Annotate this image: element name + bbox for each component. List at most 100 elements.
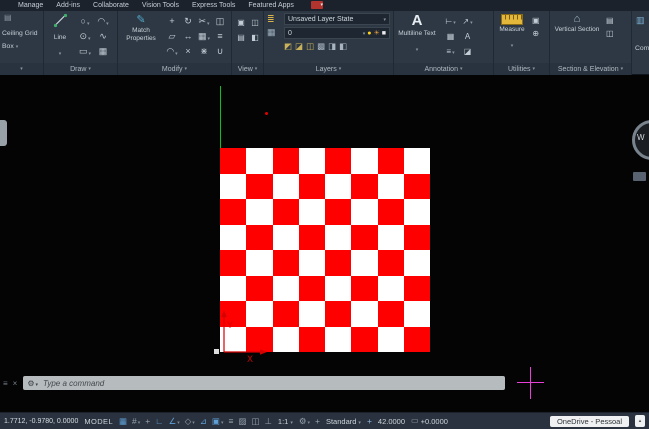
viewcube-west-label[interactable]: W [637, 133, 645, 142]
multiline-text-button[interactable]: A Multiline Text [396, 12, 438, 56]
id-point-tool[interactable]: ⊕ [532, 30, 540, 38]
arc-tool[interactable]: ◠ [94, 14, 112, 29]
array-tool[interactable]: ▦ [196, 29, 212, 44]
fillet-tool[interactable]: ◠ [164, 44, 180, 59]
table-tool[interactable]: ▦ [442, 29, 459, 44]
box-button[interactable]: Box [2, 43, 18, 50]
ortho-mode-toggle[interactable]: ∟ [155, 417, 163, 426]
dim-style-tool[interactable]: ≡ [442, 44, 459, 59]
ceiling-grid-button[interactable]: Ceiling Grid [2, 30, 38, 37]
checker-cell [273, 276, 299, 302]
offset-tool[interactable]: ≡ [212, 29, 228, 44]
panel-label-section[interactable]: Section & Elevation [550, 63, 631, 75]
elevation-readout[interactable]: ▭ +0.0000 [411, 417, 448, 426]
layer-match-icon[interactable]: ▦ [267, 28, 276, 37]
layer-walk-tool[interactable]: ◨ [328, 42, 336, 51]
snap-mode-toggle[interactable]: # [132, 416, 140, 426]
ribbon-tab-add-ins[interactable]: Add-ins [56, 2, 80, 9]
rectangle-tool[interactable]: ▭ [76, 44, 94, 59]
layer-properties-icon[interactable]: ≣ [267, 15, 276, 24]
ellipse-tool[interactable]: ⊙ [76, 29, 94, 44]
ribbon-tab-express-tools[interactable]: Express Tools [192, 2, 235, 9]
dimension-tool[interactable]: ⊢ [442, 14, 459, 29]
layer-freeze-tool[interactable]: ◪ [295, 42, 303, 51]
layer-isolate-tool[interactable]: ◩ [284, 42, 292, 51]
status-tray-button[interactable] [635, 415, 645, 427]
circle-tool[interactable]: ○ [76, 14, 94, 29]
annotation-scale-control[interactable]: 1:1 [278, 417, 293, 426]
viewport-config-tool[interactable]: ▤ [234, 30, 248, 45]
text-style-tool[interactable]: A [459, 29, 476, 44]
dynamic-input-toggle[interactable]: + [145, 417, 150, 426]
layer-match-tool[interactable]: ◧ [339, 42, 347, 51]
ribbon-tab-featured-apps[interactable]: Featured Apps [248, 2, 294, 9]
object-snap-tracking-toggle[interactable]: ⊿ [200, 417, 207, 426]
panel-label-modify[interactable]: Modify [118, 63, 231, 75]
lineweight-toggle[interactable]: ≡ [228, 417, 233, 426]
annotation-add-scales-toggle[interactable]: + [315, 417, 320, 426]
multiline-text-icon: A [412, 12, 423, 29]
isometric-drafting-toggle[interactable]: ◇ [185, 416, 195, 426]
panel-modify: ✎ Match Properties +↻✂◫ ▱↔▦≡ ◠×⋇∪ Modify [118, 11, 232, 75]
leader-tool[interactable]: ↗ [459, 14, 476, 29]
move-tool[interactable]: + [164, 14, 180, 29]
ribbon-tab-manage[interactable]: Manage [18, 2, 43, 9]
rotate-tool[interactable]: ↻ [180, 14, 196, 29]
quick-select-tool[interactable]: ▣ [532, 17, 540, 25]
ribbon-tab-vision-tools[interactable]: Vision Tools [142, 2, 179, 9]
layer-lock-tool[interactable]: ▩ [317, 42, 325, 51]
mirror-tool[interactable]: ◫ [212, 14, 228, 29]
checker-cell [325, 327, 351, 353]
view-manager-tool[interactable]: ◫ [248, 15, 262, 30]
panel-label-draw[interactable]: Draw [44, 63, 117, 75]
section-settings-tool[interactable]: ◫ [606, 30, 614, 38]
isolate-objects-toggle[interactable]: + [367, 417, 372, 426]
explode-tool[interactable]: ⋇ [196, 44, 212, 59]
transparency-toggle[interactable]: ▨ [238, 417, 246, 426]
markup-tool[interactable]: ◪ [459, 44, 476, 59]
match-properties-button[interactable]: ✎ Match Properties [120, 13, 162, 42]
vertical-section-button[interactable]: ⌂ Vertical Section [554, 13, 600, 34]
command-input[interactable] [41, 378, 501, 389]
panel-label-layers[interactable]: Layers [264, 63, 393, 75]
object-snap-toggle[interactable]: ▣ [212, 416, 224, 426]
panel-label-build[interactable] [0, 63, 43, 75]
selection-cycling-toggle[interactable]: ◫ [251, 417, 259, 426]
hatch-tool[interactable]: ▦ [94, 44, 112, 59]
layer-off-tool[interactable]: ◫ [306, 42, 314, 51]
join-tool[interactable]: ∪ [212, 44, 228, 59]
checker-cell [378, 301, 404, 327]
line-button[interactable]: Line [46, 13, 74, 61]
erase-tool[interactable]: × [180, 44, 196, 59]
onedrive-button[interactable]: OneDrive - Pessoal [550, 416, 629, 427]
current-layer-dropdown[interactable]: 0 ●☀■ [284, 27, 390, 39]
ucs-icon-tool[interactable]: ▣ [234, 15, 248, 30]
current-layer-name: 0 [288, 30, 292, 37]
workspace-control[interactable]: Standard [326, 417, 361, 426]
featured-app-icon[interactable] [311, 1, 323, 9]
panel-label-utilities[interactable]: Utilities [494, 63, 549, 75]
spline-tool[interactable]: ∿ [94, 29, 112, 44]
trim-tool[interactable]: ✂ [196, 14, 212, 29]
tool-palette-tab[interactable] [0, 120, 7, 146]
ribbon-tab-collaborate[interactable]: Collaborate [93, 2, 129, 9]
layer-state-dropdown[interactable]: Unsaved Layer State [284, 13, 390, 25]
horizontal-section-tool[interactable]: ▤ [606, 17, 614, 25]
command-grip-icon[interactable]: ≡ [3, 379, 8, 388]
viewcube-menu-button[interactable] [633, 172, 646, 181]
polar-tracking-toggle[interactable]: ∠ [169, 416, 180, 426]
dynamic-ucs-toggle[interactable]: ⊥ [265, 417, 272, 426]
model-space-toggle[interactable]: MODEL [84, 417, 113, 426]
grid-display-toggle[interactable]: ▦ [119, 417, 127, 426]
scale-tool[interactable]: ▱ [164, 29, 180, 44]
workspace-switching-toggle[interactable]: ⚙ [299, 416, 310, 426]
navigation-bar-tool[interactable]: ◧ [248, 30, 262, 45]
measure-button[interactable]: Measure [496, 14, 528, 52]
command-customize-icon[interactable]: ⚙ [27, 379, 38, 388]
stretch-tool[interactable]: ↔ [180, 29, 196, 44]
coordinates-readout: 1.7712, -0.9780, 0.0000 [4, 418, 78, 425]
command-close-icon[interactable]: × [13, 379, 18, 388]
compare-button[interactable]: Com [635, 45, 649, 52]
panel-label-view[interactable]: View [232, 63, 263, 75]
panel-label-annotation[interactable]: Annotation [394, 63, 493, 75]
